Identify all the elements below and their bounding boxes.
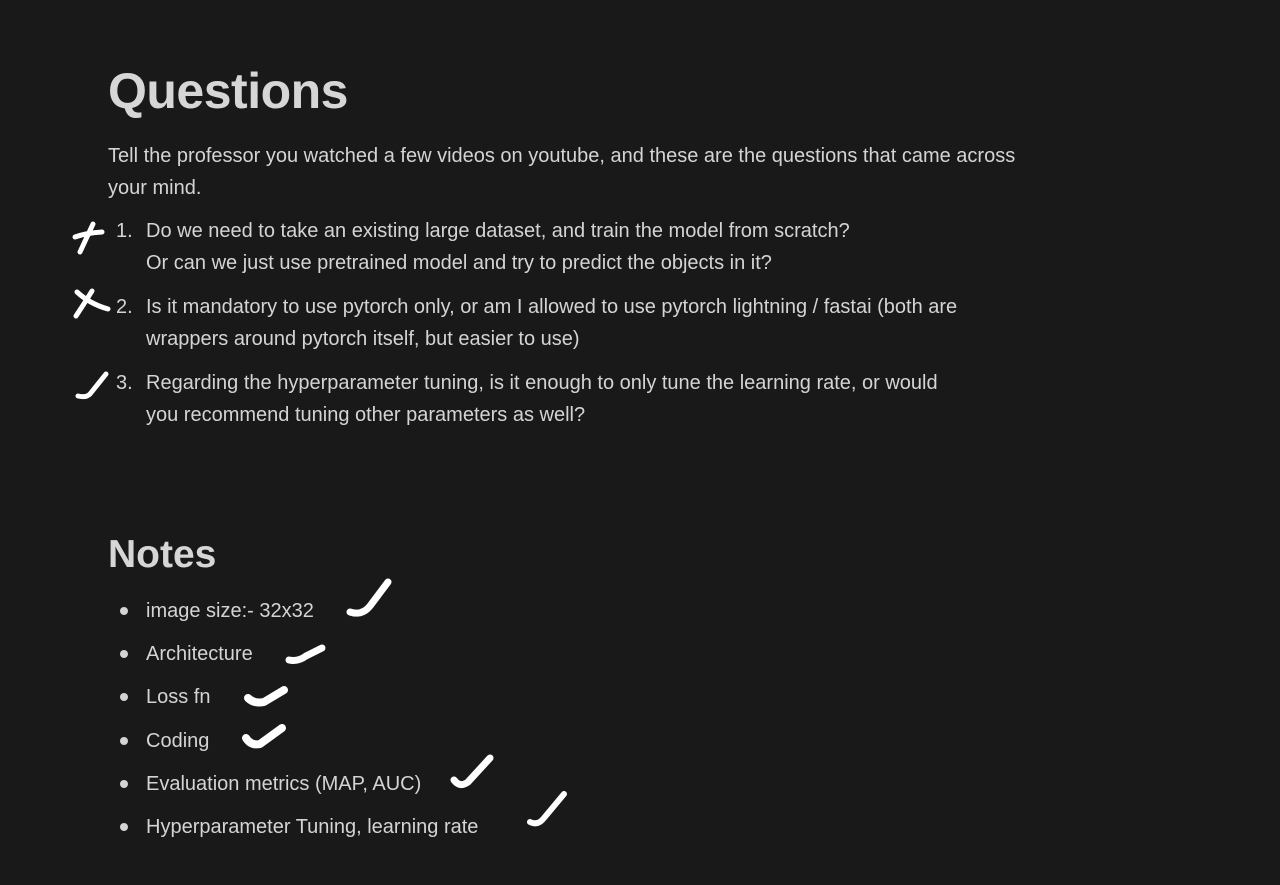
notes-page: Questions Tell the professor you watched… [0,0,1280,885]
check-mark-icon [242,724,286,749]
question-line: wrappers around pytorch itself, but easi… [146,328,580,350]
question-line: Or can we just use pretrained model and … [146,252,772,274]
bullet-icon [120,823,128,831]
question-line: you recommend tuning other parameters as… [146,404,586,426]
notes-heading: Notes [108,533,217,576]
cross-mark-icon [72,221,105,255]
note-text: Loss fn [146,686,211,708]
questions-intro: Tell the professor you watched a few vid… [108,145,1016,199]
question-text: Regarding the hyperparameter tuning, is … [146,367,1056,431]
check-mark-icon [527,791,567,827]
note-text: Hyperparameter Tuning, learning rate [146,816,479,838]
bullet-icon [120,607,128,615]
bullet-icon [120,693,128,701]
question-number: 1. [116,220,133,242]
check-mark-icon [285,644,326,664]
question-line: Do we need to take an existing large dat… [146,220,850,242]
question-number: 2. [116,296,133,318]
question-line: Regarding the hyperparameter tuning, is … [146,372,938,394]
question-text: Is it mandatory to use pytorch only, or … [146,291,1056,355]
note-text: Coding [146,730,210,752]
check-mark-icon [244,686,288,707]
question-text: Do we need to take an existing large dat… [146,215,1056,279]
bullet-icon [120,737,128,745]
bullet-icon [120,650,128,658]
check-mark-icon [75,371,109,400]
cross-mark-icon [73,288,111,319]
questions-heading: Questions [108,63,348,119]
note-text: Architecture [146,643,253,665]
check-mark-icon [346,578,392,617]
bullet-icon [120,780,128,788]
check-mark-icon [450,754,494,789]
note-text: Evaluation metrics (MAP, AUC) [146,773,422,795]
question-line: Is it mandatory to use pytorch only, or … [146,296,958,318]
question-number: 3. [116,372,133,394]
note-text: image size:- 32x32 [146,600,314,622]
